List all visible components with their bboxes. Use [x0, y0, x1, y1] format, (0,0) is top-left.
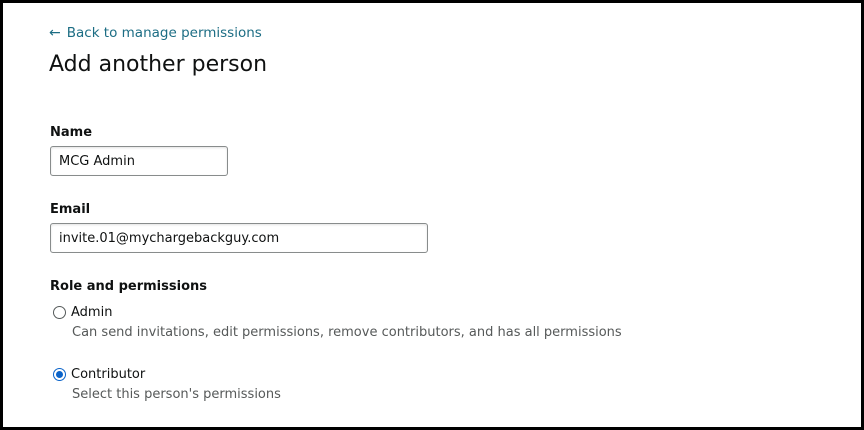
email-label: Email [50, 202, 91, 217]
name-input[interactable] [50, 146, 228, 176]
back-link-label: Back to manage permissions [66, 25, 262, 41]
admin-radio-option[interactable]: Admin [53, 305, 112, 320]
email-input[interactable] [50, 223, 428, 253]
back-to-manage-permissions-link[interactable]: ← Back to manage permissions [49, 25, 262, 41]
admin-radio-button[interactable] [53, 306, 66, 319]
contributor-description: Select this person's permissions [72, 387, 281, 402]
page-title: Add another person [49, 52, 268, 77]
contributor-radio-button[interactable] [53, 368, 66, 381]
left-arrow-icon: ← [49, 25, 61, 41]
admin-radio-label: Admin [71, 305, 113, 320]
page-frame: ← Back to manage permissions Add another… [0, 0, 864, 430]
name-label: Name [50, 125, 93, 140]
role-and-permissions-label: Role and permissions [50, 279, 207, 294]
contributor-radio-label: Contributor [71, 367, 146, 382]
contributor-radio-option[interactable]: Contributor [53, 367, 145, 382]
admin-description: Can send invitations, edit permissions, … [72, 325, 622, 340]
